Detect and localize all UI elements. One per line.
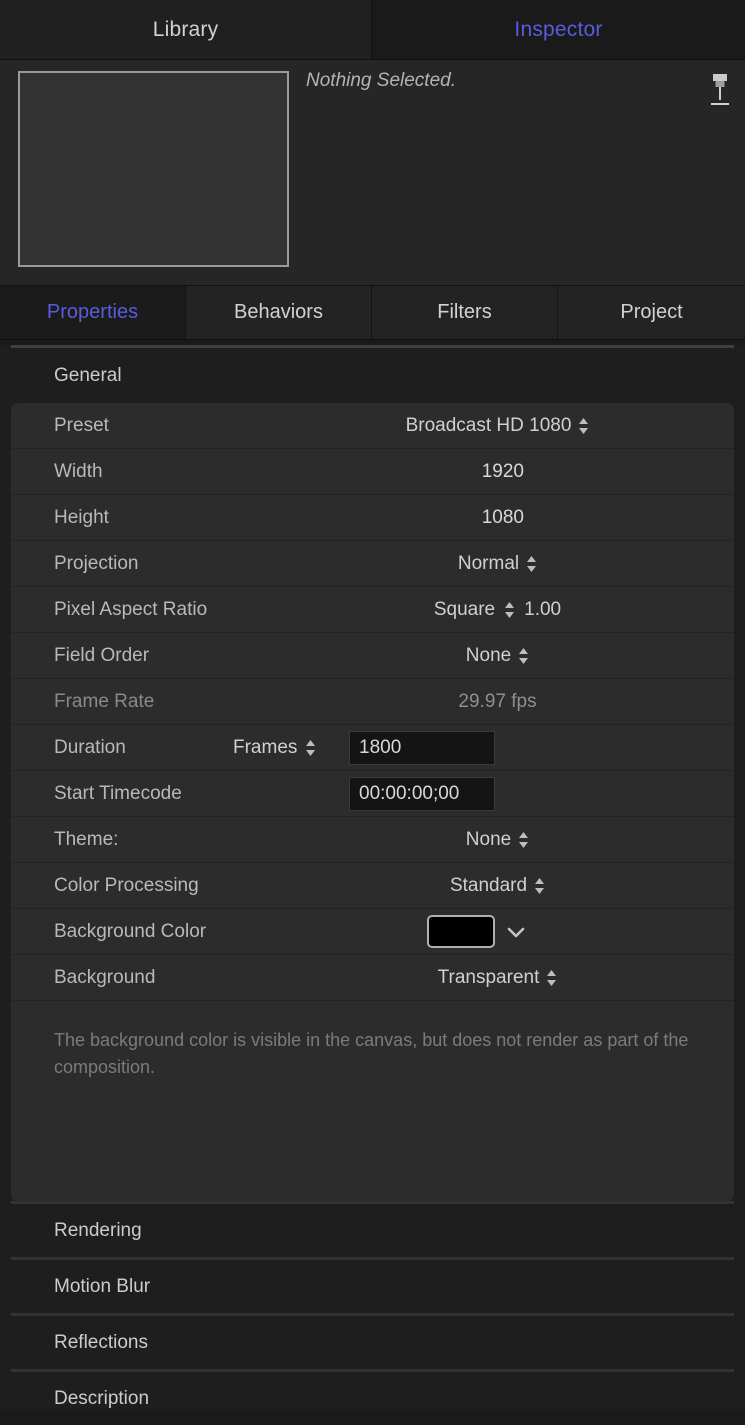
row-theme-label: Theme: xyxy=(54,829,119,850)
row-height[interactable]: Height 1080 xyxy=(11,495,734,541)
frame-rate-value: 29.97 fps xyxy=(458,690,537,712)
row-frame-rate-label: Frame Rate xyxy=(54,691,155,712)
field-order-value: None xyxy=(465,644,512,666)
row-color-processing[interactable]: Color Processing Standard xyxy=(11,863,734,909)
chevron-down-icon[interactable] xyxy=(507,925,525,943)
pixel-aspect-ratio-value[interactable]: Square xyxy=(434,599,495,621)
row-projection[interactable]: Projection Normal xyxy=(11,541,734,587)
color-processing-popup[interactable]: Standard xyxy=(261,863,734,908)
row-pixel-aspect-ratio[interactable]: Pixel Aspect Ratio Square 1.00 xyxy=(11,587,734,633)
pixel-aspect-ratio-controls: Square 1.00 xyxy=(261,587,734,632)
start-timecode-input[interactable]: 00:00:00;00 xyxy=(349,777,495,811)
row-background-color[interactable]: Background Color xyxy=(11,909,734,955)
row-background-label: Background xyxy=(54,967,156,988)
row-pixel-aspect-ratio-label: Pixel Aspect Ratio xyxy=(54,599,208,620)
row-start-timecode[interactable]: Start Timecode 00:00:00;00 xyxy=(11,771,734,817)
projection-popup[interactable]: Normal xyxy=(261,541,734,586)
row-duration[interactable]: Duration Frames 1800 xyxy=(11,725,734,771)
preview-thumbnail[interactable] xyxy=(18,71,289,267)
section-description[interactable]: Description xyxy=(11,1372,734,1425)
tab-library[interactable]: Library xyxy=(0,0,372,59)
pixel-aspect-ratio-numeric[interactable]: 1.00 xyxy=(524,599,561,621)
row-theme[interactable]: Theme: None xyxy=(11,817,734,863)
chevron-updown-icon xyxy=(518,646,529,666)
chevron-updown-icon xyxy=(546,968,557,988)
row-frame-rate: Frame Rate 29.97 fps xyxy=(11,679,734,725)
chevron-updown-icon xyxy=(526,554,537,574)
preview-header: Nothing Selected. xyxy=(0,60,745,286)
color-processing-value: Standard xyxy=(449,874,528,896)
chevron-updown-icon xyxy=(518,830,529,850)
selection-status-label: Nothing Selected. xyxy=(306,70,456,91)
tab-project[interactable]: Project xyxy=(558,286,745,339)
tab-properties-label: Properties xyxy=(46,301,139,323)
section-rendering[interactable]: Rendering xyxy=(11,1204,734,1257)
window-tab-bar: Library Inspector xyxy=(0,0,745,60)
row-background-color-label: Background Color xyxy=(54,921,207,942)
pin-icon[interactable] xyxy=(705,70,735,112)
row-preset-label: Preset xyxy=(54,415,109,436)
preset-popup[interactable]: Broadcast HD 1080 xyxy=(261,403,734,448)
theme-value: None xyxy=(465,828,512,850)
chevron-updown-icon xyxy=(534,876,545,896)
duration-unit-popup[interactable]: Frames xyxy=(233,725,316,770)
row-field-order-label: Field Order xyxy=(54,645,150,666)
section-reflections[interactable]: Reflections xyxy=(11,1316,734,1369)
row-start-timecode-label: Start Timecode xyxy=(54,783,182,804)
general-properties-panel: Preset Broadcast HD 1080 Width 1920 Heig… xyxy=(11,403,734,1201)
projection-value: Normal xyxy=(457,552,520,574)
field-order-popup[interactable]: None xyxy=(261,633,734,678)
background-popup[interactable]: Transparent xyxy=(261,955,734,1000)
height-value[interactable]: 1080 xyxy=(482,495,524,540)
duration-input[interactable]: 1800 xyxy=(349,731,495,765)
tab-project-label: Project xyxy=(620,301,683,323)
background-color-swatch[interactable] xyxy=(427,915,495,948)
row-width[interactable]: Width 1920 xyxy=(11,449,734,495)
tab-behaviors-label: Behaviors xyxy=(234,301,323,323)
row-height-label: Height xyxy=(54,507,109,528)
tab-inspector[interactable]: Inspector xyxy=(372,0,745,59)
duration-unit-value: Frames xyxy=(233,736,298,758)
theme-popup[interactable]: None xyxy=(261,817,734,862)
tab-inspector-label: Inspector xyxy=(514,17,603,41)
section-motion-blur[interactable]: Motion Blur xyxy=(11,1260,734,1313)
tab-library-label: Library xyxy=(152,17,219,41)
background-value: Transparent xyxy=(437,966,540,988)
tab-filters[interactable]: Filters xyxy=(372,286,558,339)
width-value[interactable]: 1920 xyxy=(482,449,524,494)
group-title-general: General xyxy=(54,365,122,386)
row-color-processing-label: Color Processing xyxy=(54,875,199,896)
chevron-updown-icon xyxy=(504,600,515,620)
preset-value: Broadcast HD 1080 xyxy=(405,414,572,436)
row-duration-label: Duration xyxy=(54,737,126,758)
row-background[interactable]: Background Transparent xyxy=(11,955,734,1001)
tab-behaviors[interactable]: Behaviors xyxy=(186,286,372,339)
tab-properties[interactable]: Properties xyxy=(0,286,186,339)
chevron-updown-icon xyxy=(305,738,316,758)
inspector-scroll-area[interactable]: General Preset Broadcast HD 1080 Width 1… xyxy=(0,345,745,1409)
background-help-text: The background color is visible in the c… xyxy=(54,1030,689,1077)
chevron-updown-icon xyxy=(578,416,589,436)
panel-empty-space xyxy=(11,1081,734,1201)
inspector-tab-bar: Properties Behaviors Filters Project xyxy=(0,286,745,340)
row-projection-label: Projection xyxy=(54,553,139,574)
row-field-order[interactable]: Field Order None xyxy=(11,633,734,679)
row-width-label: Width xyxy=(54,461,103,482)
tab-filters-label: Filters xyxy=(437,301,492,323)
row-preset[interactable]: Preset Broadcast HD 1080 xyxy=(11,403,734,449)
